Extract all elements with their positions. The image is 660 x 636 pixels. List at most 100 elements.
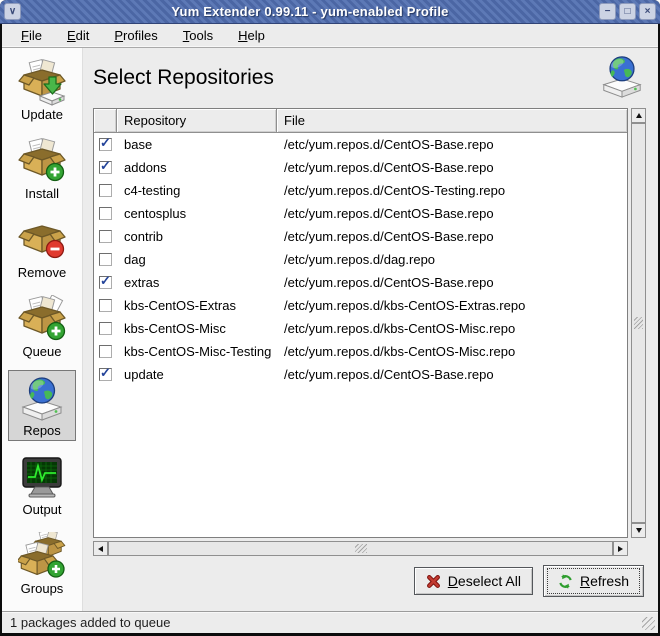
table-row[interactable]: ✓ extras /etc/yum.repos.d/CentOS-Base.re… — [94, 271, 627, 294]
output-monitor-icon — [18, 453, 66, 501]
scroll-up-button[interactable] — [631, 108, 646, 123]
deselect-all-button[interactable]: Deselect All — [414, 567, 533, 595]
scrolled-window: Repository File ✓ base /etc/yum.repos.d/… — [93, 108, 646, 556]
close-button[interactable]: × — [639, 3, 656, 20]
repo-checkbox[interactable]: ✓ — [99, 276, 112, 289]
sidebar-item-label: Update — [21, 107, 63, 122]
repo-name: extras — [117, 275, 277, 290]
sidebar-item-label: Groups — [21, 581, 64, 596]
scroll-up-icon — [636, 113, 642, 118]
sidebar-item-queue[interactable]: Queue — [8, 291, 76, 362]
page-title: Select Repositories — [93, 66, 274, 90]
repo-name: kbs-CentOS-Misc-Testing — [117, 344, 277, 359]
repo-checkbox[interactable] — [99, 230, 112, 243]
horizontal-scrollbar[interactable] — [93, 541, 628, 556]
minimize-button[interactable]: − — [599, 3, 616, 20]
install-box-icon — [18, 137, 66, 185]
column-header-checkbox[interactable] — [94, 109, 117, 133]
table-row[interactable]: kbs-CentOS-Extras /etc/yum.repos.d/kbs-C… — [94, 294, 627, 317]
resize-grip[interactable] — [642, 617, 655, 630]
repo-name: base — [117, 137, 277, 152]
scroll-left-icon — [98, 546, 103, 552]
table-row[interactable]: dag /etc/yum.repos.d/dag.repo — [94, 248, 627, 271]
remove-box-icon — [18, 216, 66, 264]
menu-edit[interactable]: Edit — [62, 26, 94, 45]
scroll-down-button[interactable] — [631, 523, 646, 538]
sidebar-item-label: Install — [25, 186, 59, 201]
page-header: Select Repositories — [93, 52, 646, 104]
table-row[interactable]: contrib /etc/yum.repos.d/CentOS-Base.rep… — [94, 225, 627, 248]
repo-checkbox[interactable] — [99, 253, 112, 266]
scroll-right-button[interactable] — [613, 541, 628, 556]
repo-file: /etc/yum.repos.d/CentOS-Base.repo — [277, 137, 627, 152]
titlebar[interactable]: ∨ Yum Extender 0.99.11 - yum-enabled Pro… — [0, 0, 660, 24]
check-icon: ✓ — [100, 274, 111, 287]
table-row[interactable]: kbs-CentOS-Misc-Testing /etc/yum.repos.d… — [94, 340, 627, 363]
deselect-all-label: Deselect All — [448, 573, 521, 589]
table-row[interactable]: ✓ update /etc/yum.repos.d/CentOS-Base.re… — [94, 363, 627, 386]
refresh-button[interactable]: Refresh — [543, 565, 644, 597]
main-panel: Select Repositories Repository File — [83, 48, 658, 611]
table-header: Repository File — [94, 109, 627, 133]
repos-globe-icon — [18, 374, 66, 422]
maximize-button[interactable]: □ — [619, 3, 636, 20]
repo-name: c4-testing — [117, 183, 277, 198]
refresh-icon — [558, 574, 573, 589]
sidebar-item-label: Queue — [22, 344, 61, 359]
table-body: ✓ base /etc/yum.repos.d/CentOS-Base.repo… — [94, 133, 627, 537]
column-header-file[interactable]: File — [277, 109, 627, 133]
menu-profiles[interactable]: Profiles — [109, 26, 162, 45]
repo-checkbox[interactable] — [99, 299, 112, 312]
menu-file[interactable]: File — [16, 26, 47, 45]
repo-checkbox[interactable] — [99, 207, 112, 220]
sidebar-item-install[interactable]: Install — [8, 133, 76, 204]
repo-checkbox[interactable] — [99, 345, 112, 358]
sidebar: Update Install Remove Queue Repos — [2, 48, 83, 611]
sidebar-item-label: Remove — [18, 265, 66, 280]
repo-name: addons — [117, 160, 277, 175]
repo-checkbox[interactable]: ✓ — [99, 161, 112, 174]
scroll-down-icon — [636, 528, 642, 533]
repo-name: update — [117, 367, 277, 382]
repo-checkbox[interactable] — [99, 184, 112, 197]
table-row[interactable]: kbs-CentOS-Misc /etc/yum.repos.d/kbs-Cen… — [94, 317, 627, 340]
update-box-icon — [18, 58, 66, 106]
horizontal-scrollbar-thumb[interactable] — [108, 541, 613, 556]
repo-checkbox[interactable] — [99, 322, 112, 335]
repo-file: /etc/yum.repos.d/CentOS-Testing.repo — [277, 183, 627, 198]
repo-file: /etc/yum.repos.d/CentOS-Base.repo — [277, 229, 627, 244]
table-row[interactable]: c4-testing /etc/yum.repos.d/CentOS-Testi… — [94, 179, 627, 202]
vertical-scrollbar-thumb[interactable] — [631, 123, 646, 523]
table-row[interactable]: centosplus /etc/yum.repos.d/CentOS-Base.… — [94, 202, 627, 225]
table-row[interactable]: ✓ base /etc/yum.repos.d/CentOS-Base.repo — [94, 133, 627, 156]
table-row[interactable]: ✓ addons /etc/yum.repos.d/CentOS-Base.re… — [94, 156, 627, 179]
repo-file: /etc/yum.repos.d/CentOS-Base.repo — [277, 206, 627, 221]
repo-checkbox[interactable]: ✓ — [99, 138, 112, 151]
sidebar-item-remove[interactable]: Remove — [8, 212, 76, 283]
scrollbar-corner — [631, 541, 646, 556]
scroll-right-icon — [618, 546, 623, 552]
window-title: Yum Extender 0.99.11 - yum-enabled Profi… — [24, 4, 596, 19]
focus-ring: Refresh — [547, 568, 640, 594]
repo-file: /etc/yum.repos.d/kbs-CentOS-Misc.repo — [277, 321, 627, 336]
repo-name: kbs-CentOS-Extras — [117, 298, 277, 313]
column-header-repository[interactable]: Repository — [117, 109, 277, 133]
window-chrome: File Edit Profiles Tools Help Update Ins… — [2, 24, 658, 633]
scroll-left-button[interactable] — [93, 541, 108, 556]
sidebar-item-output[interactable]: Output — [8, 449, 76, 520]
sidebar-item-groups[interactable]: Groups — [8, 528, 76, 599]
scrollbar-grip — [634, 317, 643, 329]
repo-checkbox[interactable]: ✓ — [99, 368, 112, 381]
sidebar-item-label: Repos — [23, 423, 61, 438]
status-bar: 1 packages added to queue — [2, 611, 658, 633]
repository-table: Repository File ✓ base /etc/yum.repos.d/… — [93, 108, 628, 538]
vertical-scrollbar[interactable] — [631, 108, 646, 538]
sidebar-item-repos[interactable]: Repos — [8, 370, 76, 441]
menu-help[interactable]: Help — [233, 26, 270, 45]
repo-name: contrib — [117, 229, 277, 244]
repo-file: /etc/yum.repos.d/kbs-CentOS-Misc.repo — [277, 344, 627, 359]
sidebar-item-update[interactable]: Update — [8, 54, 76, 125]
window-menu-button[interactable]: ∨ — [4, 3, 21, 20]
repo-file: /etc/yum.repos.d/CentOS-Base.repo — [277, 367, 627, 382]
menu-tools[interactable]: Tools — [178, 26, 218, 45]
